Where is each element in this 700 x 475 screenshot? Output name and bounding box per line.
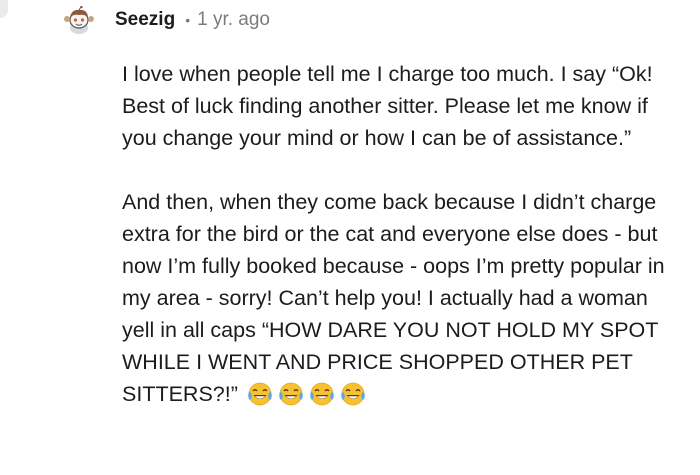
emoji-row bbox=[246, 381, 367, 407]
face-with-tears-of-joy-icon bbox=[341, 382, 365, 406]
comment-body: I love when people tell me I charge too … bbox=[122, 58, 682, 410]
comment-paragraph: I love when people tell me I charge too … bbox=[122, 62, 653, 150]
face-with-tears-of-joy-icon bbox=[279, 382, 303, 406]
face-with-tears-of-joy-icon bbox=[310, 382, 334, 406]
comment-timestamp[interactable]: 1 yr. ago bbox=[197, 9, 270, 31]
user-avatar-icon[interactable] bbox=[62, 5, 96, 34]
comment-paragraph: And then, when they come back because I … bbox=[122, 186, 682, 410]
comment-header: Seezig • 1 yr. ago bbox=[115, 6, 270, 34]
comment: Seezig • 1 yr. ago I love when people te… bbox=[0, 0, 700, 475]
thread-line[interactable] bbox=[0, 0, 8, 18]
username-link[interactable]: Seezig bbox=[115, 9, 175, 31]
meta-separator: • bbox=[185, 12, 191, 28]
comment-paragraph-text: And then, when they come back because I … bbox=[122, 190, 665, 406]
face-with-tears-of-joy-icon bbox=[248, 382, 272, 406]
